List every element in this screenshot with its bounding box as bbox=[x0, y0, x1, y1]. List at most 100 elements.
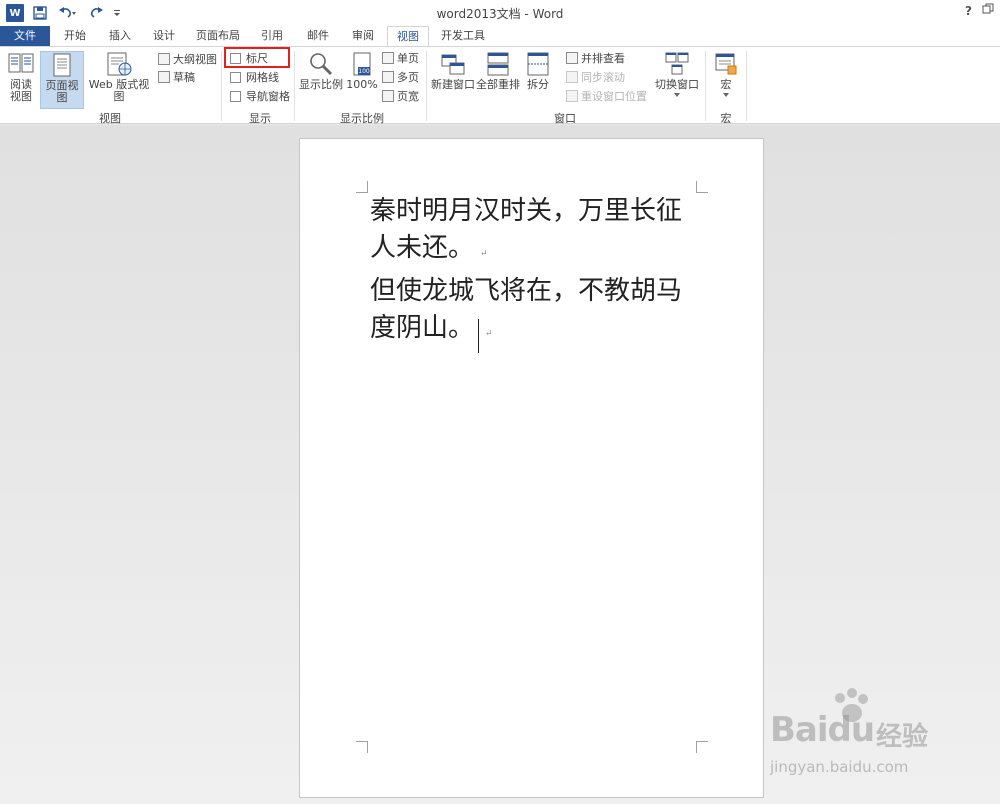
separator bbox=[294, 51, 295, 121]
crop-mark bbox=[696, 181, 708, 193]
web-layout-label: Web 版式视图 bbox=[88, 78, 150, 103]
switch-windows-label: 切换窗口 bbox=[655, 78, 699, 91]
gridlines-checkbox-box[interactable] bbox=[230, 71, 241, 83]
side-by-side-button[interactable]: 并排查看 bbox=[566, 50, 625, 66]
crop-mark bbox=[696, 741, 708, 753]
macros-label: 宏 bbox=[720, 78, 732, 91]
group-label-views: 视图 bbox=[99, 112, 121, 125]
page-width-label: 页宽 bbox=[397, 90, 419, 103]
text-line-1: 秦时明月汉时关，万里长征 bbox=[370, 196, 683, 226]
switch-windows-button[interactable]: 切换窗口 bbox=[654, 51, 700, 97]
split-button[interactable]: 拆分 bbox=[522, 51, 554, 91]
watermark-brand-bai: Bai bbox=[770, 710, 829, 750]
draft-button[interactable]: 草稿 bbox=[158, 69, 195, 85]
group-label-window: 窗口 bbox=[554, 112, 576, 125]
chevron-down-icon bbox=[674, 93, 680, 97]
page-width-icon bbox=[382, 90, 394, 102]
gridlines-label: 网格线 bbox=[246, 71, 279, 84]
watermark-jingyan: 经验 bbox=[876, 722, 929, 752]
zoom-100-button[interactable]: 100 100% bbox=[346, 51, 378, 91]
new-window-button[interactable]: 新建窗口 bbox=[430, 51, 476, 91]
text-line-2: 人未还。 bbox=[370, 233, 475, 263]
reset-window-position-label: 重设窗口位置 bbox=[581, 90, 647, 103]
help-button[interactable]: ? bbox=[965, 4, 972, 18]
title-bar: W word2013文档 - Word ? bbox=[0, 0, 1000, 26]
group-label-show: 显示 bbox=[249, 112, 271, 125]
zoom-100-icon: 100 bbox=[353, 52, 371, 76]
restore-icon[interactable] bbox=[982, 3, 994, 19]
print-layout-label: 页面视图 bbox=[45, 79, 79, 104]
separator bbox=[426, 51, 427, 121]
crop-mark bbox=[356, 741, 368, 753]
watermark-brand: Baidu bbox=[770, 710, 875, 750]
read-mode-button[interactable]: 阅读 视图 bbox=[4, 51, 38, 103]
reset-window-position-button[interactable]: 重设窗口位置 bbox=[566, 88, 647, 104]
ribbon-tabs: 文件 开始 插入 设计 页面布局 引用 邮件 审阅 视图 开发工具 bbox=[0, 26, 1000, 47]
text-line-3: 但使龙城飞将在，不教胡马 bbox=[370, 276, 683, 306]
multi-page-icon bbox=[382, 71, 394, 83]
outline-label: 大纲视图 bbox=[173, 53, 217, 66]
sync-scroll-icon bbox=[566, 71, 578, 83]
one-page-icon bbox=[382, 52, 394, 64]
read-mode-icon bbox=[8, 53, 34, 73]
outline-button[interactable]: 大纲视图 bbox=[158, 51, 217, 67]
crop-mark bbox=[356, 181, 368, 193]
multi-page-label: 多页 bbox=[397, 71, 419, 84]
group-label-zoom: 显示比例 bbox=[340, 112, 384, 125]
one-page-button[interactable]: 单页 bbox=[382, 50, 419, 66]
multi-page-button[interactable]: 多页 bbox=[382, 69, 419, 85]
tab-mailings[interactable]: 邮件 bbox=[299, 26, 337, 46]
document-body[interactable]: 秦时明月汉时关，万里长征 人未还。 ↵ 但使龙城飞将在，不教胡马 度阴山。 ↵ bbox=[370, 193, 710, 353]
nav-pane-checkbox-box[interactable] bbox=[230, 90, 241, 102]
tab-references[interactable]: 引用 bbox=[253, 26, 291, 46]
side-by-side-icon bbox=[566, 52, 578, 64]
side-by-side-label: 并排查看 bbox=[581, 52, 625, 65]
tab-file[interactable]: 文件 bbox=[0, 26, 50, 46]
print-layout-icon bbox=[53, 53, 71, 77]
tab-insert[interactable]: 插入 bbox=[101, 26, 139, 46]
tab-design[interactable]: 设计 bbox=[145, 26, 183, 46]
tab-developer[interactable]: 开发工具 bbox=[436, 26, 490, 46]
arrange-all-icon bbox=[487, 52, 509, 76]
web-layout-button[interactable]: Web 版式视图 bbox=[86, 51, 152, 103]
paragraph-mark-icon: ↵ bbox=[485, 329, 493, 339]
text-line: 秦时明月汉时关，万里长征 bbox=[370, 193, 710, 230]
separator bbox=[221, 51, 222, 121]
draft-label: 草稿 bbox=[173, 71, 195, 84]
tab-layout[interactable]: 页面布局 bbox=[190, 26, 246, 46]
watermark-url: jingyan.baidu.com bbox=[770, 758, 909, 776]
baidu-jingyan-watermark: Baidu 经验 jingyan.baidu.com bbox=[770, 688, 970, 788]
window-title: word2013文档 - Word bbox=[436, 7, 564, 21]
gridlines-checkbox[interactable]: 网格线 bbox=[230, 69, 279, 85]
tab-view[interactable]: 视图 bbox=[387, 26, 429, 47]
text-line-4: 度阴山。 bbox=[370, 313, 475, 343]
arrange-all-button[interactable]: 全部重排 bbox=[476, 51, 520, 91]
ruler-highlight-box bbox=[224, 47, 290, 68]
magnifier-icon bbox=[310, 53, 333, 76]
reset-window-position-icon bbox=[566, 90, 578, 102]
macros-button[interactable]: 宏 bbox=[708, 51, 744, 97]
nav-pane-checkbox[interactable]: 导航窗格 bbox=[230, 88, 290, 104]
text-cursor bbox=[478, 319, 480, 353]
macros-icon bbox=[715, 53, 737, 75]
switch-windows-icon bbox=[665, 52, 689, 75]
read-mode-label: 阅读 视图 bbox=[10, 78, 32, 103]
one-page-label: 单页 bbox=[397, 52, 419, 65]
separator bbox=[705, 51, 706, 121]
page-width-button[interactable]: 页宽 bbox=[382, 88, 419, 104]
tab-home[interactable]: 开始 bbox=[56, 26, 94, 46]
new-window-icon bbox=[441, 54, 465, 75]
zoom-button[interactable]: 显示比例 bbox=[298, 51, 344, 91]
draft-icon bbox=[158, 71, 170, 83]
split-label: 拆分 bbox=[527, 78, 549, 91]
print-layout-button[interactable]: 页面视图 bbox=[40, 51, 84, 109]
document-page[interactable]: 秦时明月汉时关，万里长征 人未还。 ↵ 但使龙城飞将在，不教胡马 度阴山。 ↵ bbox=[299, 138, 764, 798]
tab-review[interactable]: 审阅 bbox=[344, 26, 382, 46]
arrange-all-label: 全部重排 bbox=[476, 78, 520, 91]
text-line: 但使龙城飞将在，不教胡马 bbox=[370, 273, 710, 310]
nav-pane-label: 导航窗格 bbox=[246, 90, 290, 103]
web-layout-icon bbox=[107, 52, 132, 76]
split-icon bbox=[527, 52, 549, 76]
sync-scroll-button[interactable]: 同步滚动 bbox=[566, 69, 625, 85]
paragraph-mark-icon: ↵ bbox=[480, 249, 488, 259]
